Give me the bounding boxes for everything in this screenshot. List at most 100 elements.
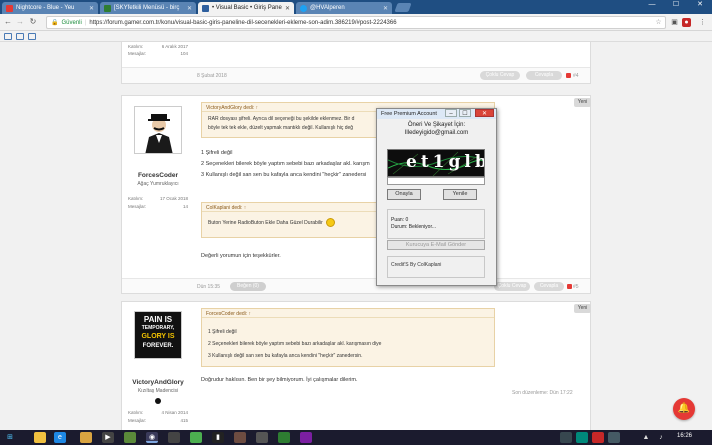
explorer-icon[interactable]: [34, 432, 46, 443]
forum-post-previous: Katılım: 6 Aralık 2017 Mesajlar: 104 8 Ş…: [121, 42, 591, 84]
reply-list-line: 1 Şifreli değil: [201, 150, 233, 156]
extension-icon[interactable]: ▣: [670, 18, 679, 27]
maximize-button[interactable]: ☐: [459, 109, 471, 117]
post-number[interactable]: #5: [573, 284, 579, 290]
folder-icon[interactable]: [80, 432, 92, 443]
report-icon[interactable]: [567, 284, 572, 289]
username[interactable]: ForcesCoder: [122, 172, 194, 179]
url-input[interactable]: 🔒 Güvenli | https://forum.gamer.com.tr/k…: [46, 16, 666, 29]
start-button-icon[interactable]: ⊞: [4, 432, 16, 443]
close-tab-icon[interactable]: ✕: [285, 5, 290, 12]
network-icon[interactable]: ▲: [640, 432, 652, 443]
reload-icon[interactable]: ↻: [28, 17, 38, 27]
tab-title: Nightcore - Blue - Yeu: [16, 5, 75, 11]
terminal-icon[interactable]: ▮: [212, 432, 224, 443]
multi-quote-button[interactable]: Çoklu Cevap: [480, 71, 520, 80]
close-tab-icon[interactable]: ✕: [383, 5, 388, 12]
quote-block: ForcesCoder dedi: ↑ 1 Şifreli değil 2 Se…: [201, 308, 495, 367]
status-label: Durum: Bekleniyor...: [391, 224, 437, 230]
minimize-button[interactable]: –: [445, 109, 457, 117]
minimize-button[interactable]: —: [640, 0, 664, 10]
extension-red-icon[interactable]: ●: [682, 18, 691, 27]
user-info: ForcesCoder Ağaç Yumruklayıcı Katılım: 1…: [122, 96, 194, 295]
captcha-text: et1glb: [406, 152, 485, 172]
media-icon[interactable]: ▶: [102, 432, 114, 443]
menu-dots-icon[interactable]: ⋮: [698, 18, 707, 27]
tab-twitter[interactable]: @HVAlperen ✕: [296, 2, 392, 14]
user-stat-joined: Katılım: 6 Aralık 2017: [128, 44, 188, 49]
user-stat-messages: Mesajlar: 14: [128, 204, 188, 209]
refresh-button[interactable]: Yenile: [443, 189, 477, 200]
notification-bell-icon[interactable]: 🔔: [673, 398, 695, 420]
quote-line: 2 Seçenekleri bilerek böyle yaptım sebeb…: [208, 341, 382, 347]
avatar-motto-line: PAIN IS: [143, 315, 173, 324]
smiley-icon: [326, 218, 336, 227]
tab-title: @HVAlperen: [310, 5, 345, 11]
tray-icon[interactable]: [608, 432, 620, 443]
new-badge: Yeni: [574, 304, 591, 313]
avatar[interactable]: [134, 106, 182, 154]
avatar-motto-line: FOREVER.: [142, 343, 174, 349]
shield-icon: [202, 4, 209, 12]
user-title: Ağaç Yumruklayıcı: [137, 181, 179, 187]
right-gutter: [592, 42, 712, 430]
maximize-button[interactable]: ☐: [664, 0, 688, 10]
captcha-input[interactable]: [387, 177, 485, 185]
quote-author[interactable]: ForcesCoder dedi: ↑: [202, 309, 494, 318]
volume-icon[interactable]: ♪: [655, 432, 667, 443]
close-tab-icon[interactable]: ✕: [89, 5, 94, 12]
free-premium-account-window: Free Premium Account – ☐ ✕ Öneri Ve Şika…: [376, 108, 497, 286]
tab-skyfetkili[interactable]: [SKYfetkili Menüsü - birç ✕: [100, 2, 196, 14]
clock[interactable]: 16:26: [677, 433, 692, 439]
reply-list-line: 3 Kullanışlı değil san sen bu kafayla an…: [201, 172, 367, 178]
app-icon[interactable]: [256, 432, 268, 443]
username[interactable]: VictoryAndGlory: [122, 379, 194, 386]
post-footer: Dün 15:35 Beğen (0) Çoklu Cevap Cevapla …: [122, 278, 590, 293]
report-icon[interactable]: [566, 73, 571, 78]
app-icon[interactable]: [278, 432, 290, 443]
reply-text: Doğrudur haklısın. Ben bir şey bilmiyoru…: [201, 377, 358, 383]
back-arrow-icon[interactable]: ←: [3, 17, 13, 27]
edited-label: Son düzenleme: Dün 17:22: [512, 390, 573, 396]
multi-quote-button[interactable]: Çoklu Cevap: [494, 282, 530, 291]
user-info: PAIN IS TEMPORARY, GLORY IS FOREVER. Vic…: [122, 302, 194, 430]
tray-icon[interactable]: [592, 432, 604, 443]
app-window-taskbar-icon[interactable]: [190, 432, 202, 443]
minecraft-icon[interactable]: [124, 432, 136, 443]
close-window-button[interactable]: ✕: [688, 0, 712, 10]
send-mail-button[interactable]: Kurucuya E-Mail Gönder: [387, 240, 485, 250]
reply-button[interactable]: Cevapla: [526, 71, 562, 80]
tab-nightcore[interactable]: Nightcore - Blue - Yeu ✕: [2, 2, 98, 14]
app-icon[interactable]: [300, 432, 312, 443]
ie-icon[interactable]: e: [54, 432, 66, 443]
bookmarks-bar: [0, 31, 712, 42]
tray-icon[interactable]: [560, 432, 572, 443]
chrome-icon[interactable]: ◉: [146, 432, 158, 443]
avatar[interactable]: PAIN IS TEMPORARY, GLORY IS FOREVER.: [134, 311, 182, 359]
user-stat-messages: Mesajlar: 415: [128, 418, 188, 423]
tab-visual-basic[interactable]: • Visual Basic • Giriş Pane ✕: [198, 2, 294, 14]
approve-button[interactable]: Onayla: [387, 189, 421, 200]
post-date: 8 Şubat 2018: [197, 73, 227, 79]
post-number[interactable]: #4: [573, 73, 579, 79]
close-tab-icon[interactable]: ✕: [187, 5, 192, 12]
post-footer: 8 Şubat 2018 Çoklu Cevap Cevapla #4: [122, 67, 590, 83]
app-icon[interactable]: [168, 432, 180, 443]
quote-line: 3 Kullanışlı değil san sen bu kafayla an…: [208, 353, 363, 359]
security-label: Güvenli: [61, 19, 82, 26]
star-icon[interactable]: ☆: [654, 18, 663, 27]
game-icon[interactable]: [234, 432, 246, 443]
like-button[interactable]: Beğen (0): [230, 282, 266, 291]
reply-button[interactable]: Cevapla: [534, 282, 564, 291]
tray-icon[interactable]: [576, 432, 588, 443]
close-button[interactable]: ✕: [475, 109, 494, 117]
user-stat-joined: Katılım: 4 Nisan 2014: [128, 410, 188, 415]
avatar-motto-line: GLORY IS: [141, 333, 175, 340]
bookmark-icon[interactable]: [4, 33, 12, 40]
bookmark-icon[interactable]: [28, 33, 36, 40]
forum-page: Katılım: 6 Aralık 2017 Mesajlar: 104 8 Ş…: [0, 42, 712, 430]
forum-post-victoryandglory: Yeni PAIN IS TEMPORARY, GLORY IS FOREVER…: [121, 301, 591, 430]
new-tab-button[interactable]: [394, 3, 412, 12]
forward-arrow-icon[interactable]: →: [15, 17, 25, 27]
bookmark-icon[interactable]: [16, 33, 24, 40]
